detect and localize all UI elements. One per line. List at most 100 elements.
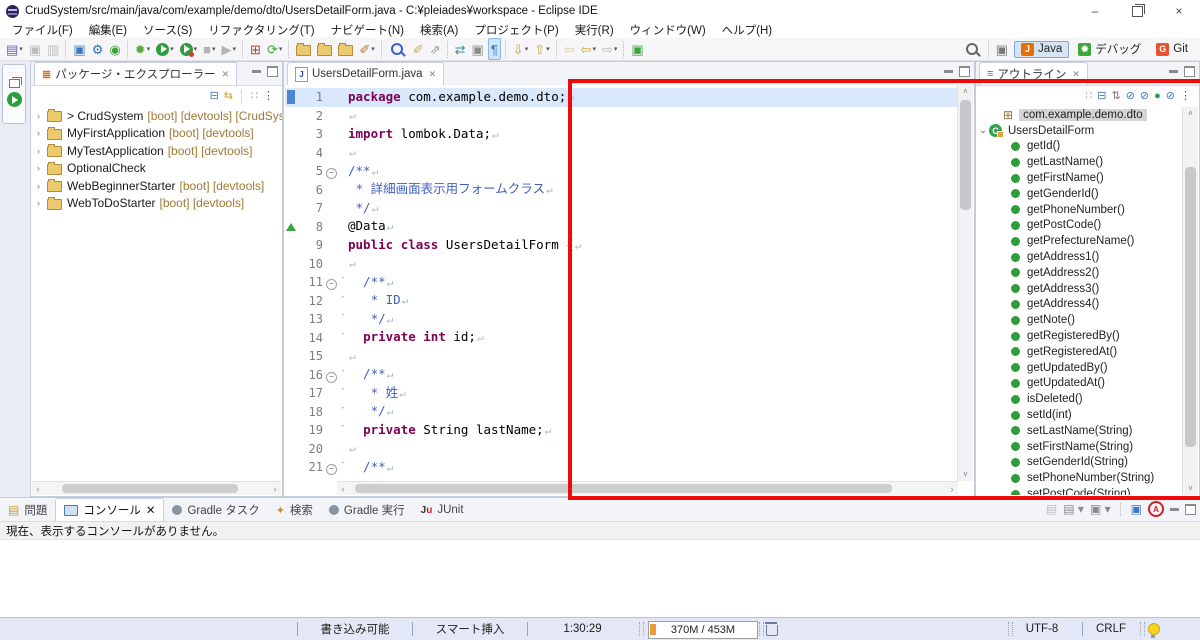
focus-icon[interactable]: ∷: [251, 91, 258, 102]
fold-collapse-icon[interactable]: −: [326, 464, 337, 475]
code-line[interactable]: 5−/**↵: [285, 162, 958, 181]
outline-item-method[interactable]: getFirstName(): [977, 170, 1183, 186]
perspective-デバッグ[interactable]: ✹ デバッグ: [1072, 40, 1147, 58]
chevron-right-icon[interactable]: ›: [37, 163, 47, 173]
console-tab-5[interactable]: Gradle 実行: [321, 499, 413, 521]
hide-non-public-icon[interactable]: ●: [1154, 91, 1161, 102]
menu-project[interactable]: プロジェクト(P): [466, 22, 566, 38]
restore-button[interactable]: [1116, 0, 1158, 22]
outline-item-class[interactable]: ⌄ C UsersDetailForm: [977, 123, 1183, 139]
outline-item-method[interactable]: getAddress2(): [977, 265, 1183, 281]
package-explorer-hscrollbar[interactable]: ‹ ›: [32, 481, 281, 495]
code-line[interactable]: 18 ˆ */↵: [285, 403, 958, 422]
code-line[interactable]: 2 ↵: [285, 107, 958, 126]
fold-collapse-icon[interactable]: −: [326, 371, 337, 383]
outline-item-method[interactable]: setPhoneNumber(String): [977, 470, 1183, 486]
scroll-left-icon[interactable]: ‹: [337, 484, 349, 494]
stop-icon[interactable]: ■ ▾: [201, 39, 217, 59]
code-line[interactable]: 11− ˆ /**↵: [285, 273, 958, 292]
code-line[interactable]: 10 ↵: [285, 255, 958, 274]
close-icon[interactable]: ✕: [1072, 69, 1080, 80]
outline-item-method[interactable]: setId(int): [977, 407, 1183, 423]
tree-item-project[interactable]: › MyFirstApplication [boot] [devtools]: [31, 125, 282, 143]
chevron-right-icon[interactable]: ›: [37, 146, 47, 156]
code-line[interactable]: 3 import lombok.Data;↵: [285, 125, 958, 144]
boot-dashboard-icon[interactable]: [6, 92, 22, 107]
code-line[interactable]: 9 public class UsersDetailForm {↵: [285, 236, 958, 255]
outline-vscrollbar[interactable]: ˄ ˅: [1182, 107, 1198, 495]
code-line[interactable]: 1 package com.example.demo.dto;↵: [285, 88, 958, 107]
outline-item-method[interactable]: getRegisteredBy(): [977, 328, 1183, 344]
menu-navigate[interactable]: ナビゲート(N): [323, 22, 412, 38]
close-icon[interactable]: ✕: [429, 69, 437, 80]
format-brush-icon[interactable]: ✐ ▾: [357, 39, 376, 59]
code-line[interactable]: 7 */↵: [285, 199, 958, 218]
minimize-panel-icon[interactable]: [944, 70, 953, 73]
tab-users-detail-form[interactable]: J UsersDetailForm.java ✕: [287, 62, 445, 85]
maximize-panel-icon[interactable]: [267, 66, 278, 77]
editor-hscrollbar[interactable]: ‹ ›: [337, 481, 958, 495]
maximize-panel-icon[interactable]: [1185, 503, 1196, 515]
menu-source[interactable]: ソース(S): [135, 22, 200, 38]
back-icon[interactable]: ⇦ ▾: [579, 39, 598, 59]
menu-refactor[interactable]: リファクタリング(T): [200, 22, 322, 38]
vscroll-thumb[interactable]: [1185, 167, 1196, 447]
console-tab-3[interactable]: Gradle タスク: [164, 499, 267, 521]
hide-fields-icon[interactable]: ⊘: [1126, 91, 1135, 102]
tab-outline[interactable]: ≡ アウトライン ✕: [979, 62, 1088, 85]
maximize-panel-icon[interactable]: [1184, 66, 1195, 77]
menu-window[interactable]: ウィンドウ(W): [622, 22, 714, 38]
chevron-down-icon[interactable]: ⌄: [977, 125, 989, 136]
chevron-right-icon[interactable]: ›: [37, 181, 47, 191]
hscroll-thumb[interactable]: [354, 484, 893, 493]
scroll-up-icon[interactable]: ˄: [958, 85, 973, 98]
code-line[interactable]: 16− ˆ /**↵: [285, 366, 958, 385]
spring-gear-icon[interactable]: ⚙: [90, 39, 106, 59]
hide-local-types-icon[interactable]: ⊘: [1166, 91, 1175, 102]
minimize-panel-icon[interactable]: [252, 70, 261, 73]
link-editor-icon[interactable]: ⇄: [453, 39, 468, 59]
scroll-down-icon[interactable]: ˅: [958, 468, 973, 481]
code-area[interactable]: 1 package com.example.demo.dto;↵ 2 ↵ 3 import…: [285, 85, 958, 481]
open-resource-icon[interactable]: [315, 39, 334, 59]
outline-item-method[interactable]: setPostCode(String): [977, 486, 1183, 495]
code-line[interactable]: 15 ↵: [285, 347, 958, 366]
outline-item-method[interactable]: setGenderId(String): [977, 455, 1183, 471]
show-whitespace-icon[interactable]: ¶: [487, 38, 501, 60]
collapse-all-icon[interactable]: ⊟: [210, 91, 219, 102]
view-menu-icon[interactable]: ⋮: [1180, 91, 1191, 102]
outline-item-method[interactable]: getUpdatedBy(): [977, 360, 1183, 376]
external-icon[interactable]: ⇗: [428, 39, 443, 59]
outline-item-method[interactable]: getAddress3(): [977, 281, 1183, 297]
tree-item-project[interactable]: › MyTestApplication [boot] [devtools]: [31, 142, 282, 160]
forward-icon[interactable]: ⇨ ▾: [600, 39, 619, 59]
pin-console-icon[interactable]: ▤: [1046, 503, 1057, 515]
fold-collapse-icon[interactable]: −: [326, 168, 337, 179]
minimize-button[interactable]: –: [1074, 0, 1116, 22]
vscroll-thumb[interactable]: [960, 100, 971, 210]
display-console-icon[interactable]: ▤ ▾: [1063, 503, 1084, 515]
outline-item-method[interactable]: getPrefectureName(): [977, 233, 1183, 249]
save-all-icon[interactable]: ▥: [45, 39, 61, 59]
menu-edit[interactable]: 編集(E): [81, 22, 135, 38]
outline-item-method[interactable]: getUpdatedAt(): [977, 376, 1183, 392]
drag-handle-icon[interactable]: ···· ····: [8, 66, 20, 76]
outline-item-method[interactable]: setFirstName(String): [977, 439, 1183, 455]
editor-vscrollbar[interactable]: ˄ ˅: [957, 85, 973, 481]
outline-item-method[interactable]: isDeleted(): [977, 391, 1183, 407]
tree-item-project[interactable]: › WebBeginnerStarter [boot] [devtools]: [31, 177, 282, 195]
tab-package-explorer[interactable]: ≣ パッケージ・エクスプローラー ✕: [34, 62, 238, 85]
scroll-left-icon[interactable]: ‹: [32, 484, 44, 494]
outline-item-method[interactable]: getLastName(): [977, 154, 1183, 170]
last-edit-location-icon[interactable]: ⇦: [562, 39, 577, 59]
chevron-right-icon[interactable]: ›: [37, 111, 47, 121]
collapse-all-icon[interactable]: ⊟: [1097, 91, 1106, 102]
open-type-icon[interactable]: [294, 39, 313, 59]
fold-collapse-icon[interactable]: −: [326, 279, 337, 290]
close-icon[interactable]: ✕: [146, 503, 156, 517]
new-wizard-icon[interactable]: ▤ ▾: [4, 39, 25, 59]
save-icon[interactable]: ▣: [27, 39, 43, 59]
garbage-collect-icon[interactable]: [765, 622, 778, 636]
outline-item-method[interactable]: getPhoneNumber(): [977, 202, 1183, 218]
search-icon[interactable]: [962, 39, 984, 59]
